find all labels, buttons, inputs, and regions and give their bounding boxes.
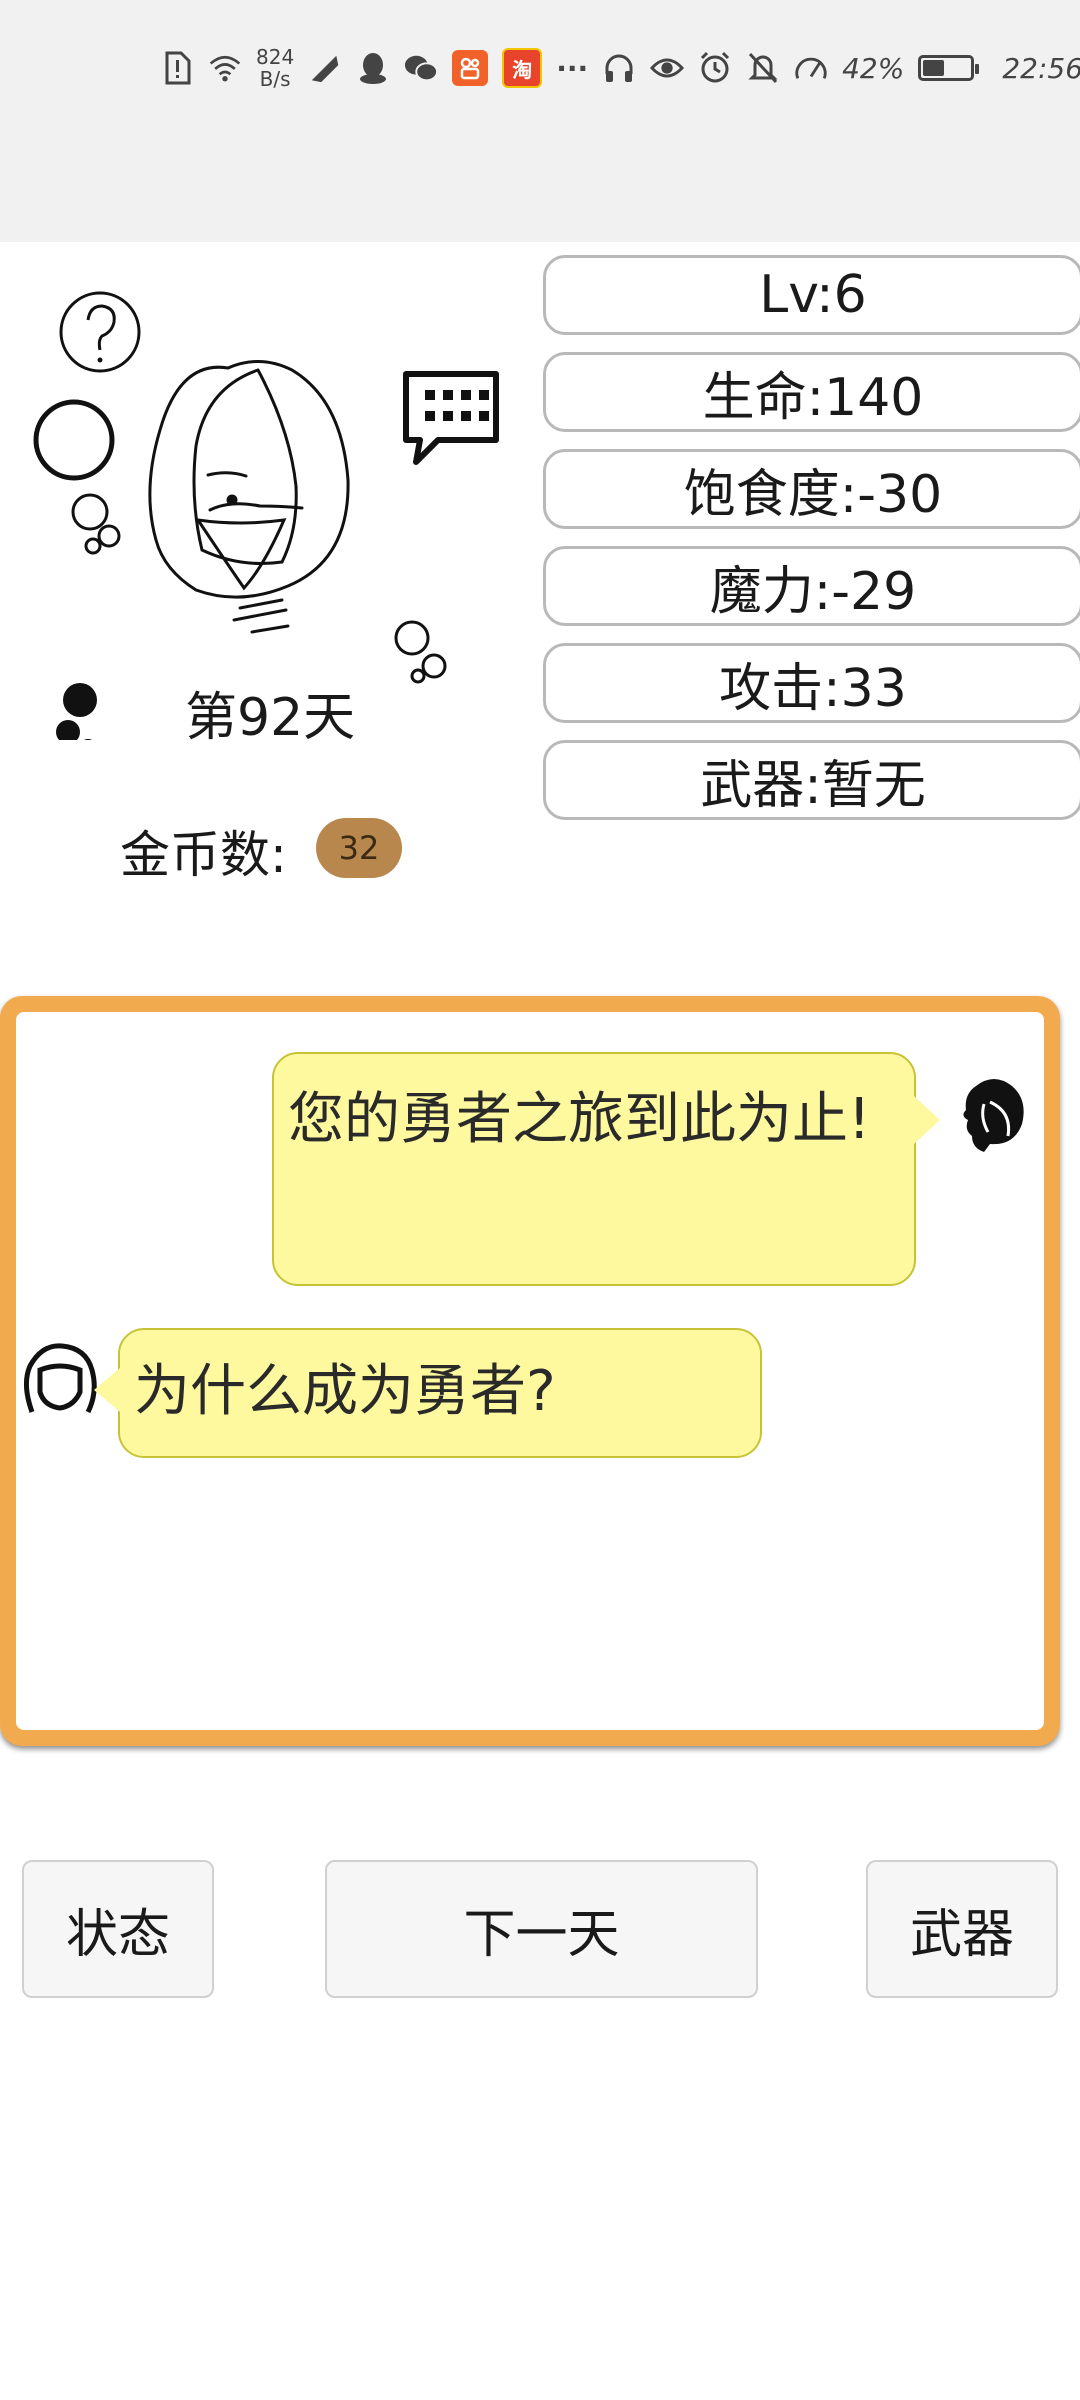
wifi-icon xyxy=(208,51,242,85)
dialogue-area[interactable]: 您的勇者之旅到此为止! 为什么成为勇者? xyxy=(16,1012,1044,1730)
stat-attack: 攻击:33 xyxy=(543,643,1080,723)
npc-message-bubble: 您的勇者之旅到此为止! xyxy=(272,1052,940,1286)
stat-weapon: 武器:暂无 xyxy=(543,740,1080,820)
stats-panel: Lv:6 生命:140 饱食度:-30 魔力:-29 攻击:33 武器:暂无 xyxy=(543,255,1080,837)
hooded-hero-sketch xyxy=(148,359,350,634)
battery-percent: 42% xyxy=(842,51,905,85)
alarm-icon xyxy=(698,51,732,85)
wechat-icon xyxy=(404,51,439,85)
stat-level: Lv:6 xyxy=(543,255,1080,335)
eye-icon xyxy=(650,51,685,85)
stat-satiety: 饱食度:-30 xyxy=(543,449,1080,529)
sim-alert-icon xyxy=(160,51,194,85)
status-bar: 824 B/s 淘 ··· 42% 22:56 xyxy=(0,0,1080,242)
player-avatar-icon xyxy=(18,1340,98,1420)
status-bar-row: 824 B/s 淘 ··· 42% 22:56 xyxy=(160,44,1080,92)
net-speed-unit: B/s xyxy=(259,67,291,91)
weapon-button[interactable]: 武器 xyxy=(866,1860,1058,1998)
player-message-bubble[interactable]: 为什么成为勇者? xyxy=(94,1328,762,1458)
more-notifications: ··· xyxy=(556,51,589,85)
status-button[interactable]: 状态 xyxy=(22,1860,214,1998)
question-bubble-icon xyxy=(59,291,141,373)
mute-icon xyxy=(746,51,780,85)
clock: 22:56 xyxy=(1002,51,1080,85)
net-speed-value: 824 xyxy=(256,45,295,69)
headphones-icon xyxy=(602,51,636,85)
taobao-icon: 淘 xyxy=(502,48,543,88)
qq-icon xyxy=(356,51,390,85)
stat-hp: 生命:140 xyxy=(543,352,1080,432)
speech-bubble-icon xyxy=(403,371,499,465)
battery-icon xyxy=(918,55,980,81)
kuaishou-icon xyxy=(452,50,489,86)
speed-icon xyxy=(794,51,828,85)
net-speed: 824 B/s xyxy=(256,46,294,90)
npc-avatar-icon xyxy=(950,1074,1030,1154)
character-sketch[interactable] xyxy=(20,270,510,757)
next-day-button[interactable]: 下一天 xyxy=(325,1860,758,1998)
gold-count-badge: 32 xyxy=(316,818,402,878)
gold-label: 金币数: xyxy=(120,826,287,884)
day-counter: 第92天 xyxy=(185,688,356,748)
stat-mana: 魔力:-29 xyxy=(543,546,1080,626)
signal-icon xyxy=(308,51,342,85)
dialogue-panel: 您的勇者之旅到此为止! 为什么成为勇者? xyxy=(0,996,1060,1746)
